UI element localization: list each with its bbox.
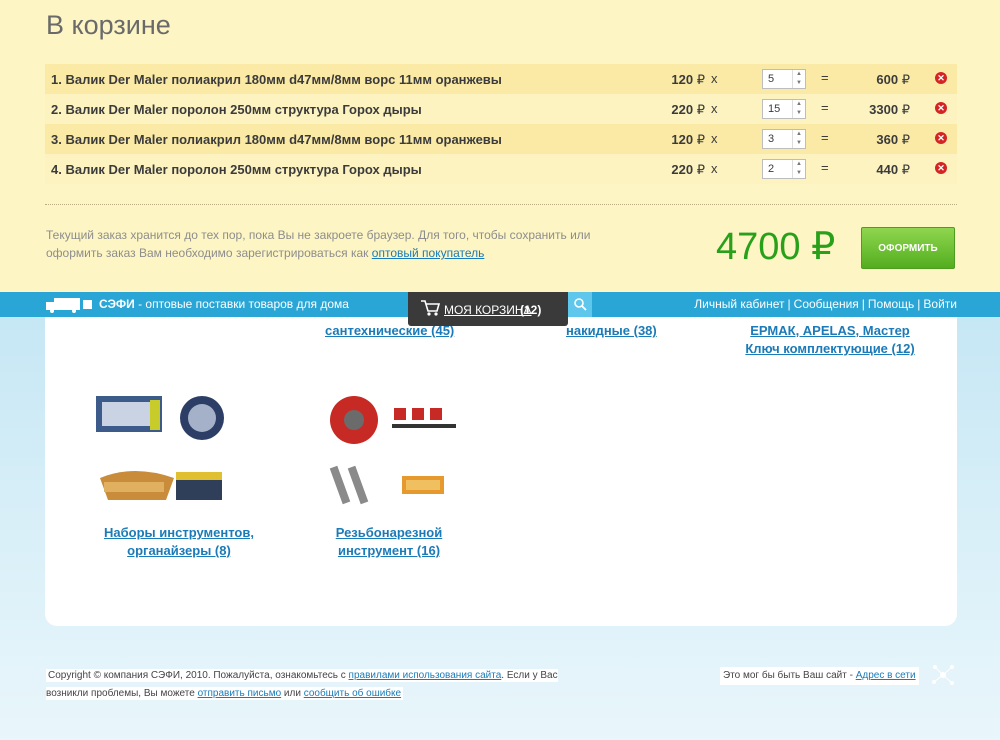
quantity-stepper[interactable]: 5 ▲ ▼ (762, 69, 806, 89)
search-icon (574, 298, 587, 311)
catalog-link-line: инструмент (16) (337, 543, 441, 558)
item-name: 2. Валик Der Maler поролон 250мм структу… (51, 102, 422, 117)
help-link[interactable]: Помощь (868, 297, 914, 311)
multiply-sign: x (711, 101, 718, 116)
multiply-sign: x (711, 131, 718, 146)
footer-copyright: Copyright © компания СЭФИ, 2010. Пожалуй… (46, 667, 576, 703)
cart-title: В корзине (46, 10, 171, 40)
cart-panel: В корзине 1. Валик Der Maler полиакрил 1… (0, 0, 1000, 292)
brand-name: СЭФИ (99, 297, 135, 311)
messages-link[interactable]: Сообщения (794, 297, 859, 311)
item-price: 120 ₽ (671, 72, 705, 87)
equals-sign: = (821, 130, 829, 145)
catalog-link-ermak[interactable]: ЕРМАК, APELAS, Мастер Ключ комплектующие… (730, 322, 930, 358)
stepper-arrows-icon[interactable]: ▲ ▼ (792, 160, 805, 178)
item-sum: 600 ₽ (876, 72, 910, 87)
top-bar: СЭФИ - оптовые поставки товаров для дома… (0, 292, 1000, 326)
login-link[interactable]: Войти (923, 297, 957, 311)
brand-tagline: - оптовые поставки товаров для дома (134, 297, 349, 311)
cart-item-row: 2. Валик Der Maler поролон 250мм структу… (45, 94, 957, 124)
catalog-link-line: Наборы инструментов, (104, 525, 254, 540)
order-total: 4700 ₽ (716, 226, 836, 268)
top-links: Личный кабинет | Сообщения | Помощь | Войти (694, 297, 957, 311)
quantity-stepper[interactable]: 15 ▲ ▼ (762, 99, 806, 119)
equals-sign: = (821, 160, 829, 175)
catalog-link-line: ЕРМАК, APELAS, Мастер (750, 323, 910, 338)
item-name: 3. Валик Der Maler полиакрил 180мм d47мм… (51, 132, 502, 147)
catalog-link-tool-sets[interactable]: Наборы инструментов, органайзеры (8) (84, 524, 274, 560)
item-price: 220 ₽ (671, 162, 705, 177)
delete-icon[interactable]: ✕ (935, 162, 947, 174)
shopping-cart-icon (421, 300, 440, 316)
threading-tools-image[interactable] (328, 390, 468, 510)
catalog-link-line: Ключ комплектующие (12) (745, 341, 915, 356)
cart-item-row: 4. Валик Der Maler поролон 250мм структу… (45, 154, 957, 184)
web-address-link[interactable]: Адрес в сети (856, 670, 916, 681)
personal-account-link[interactable]: Личный кабинет (694, 297, 784, 311)
footer-site-promo: Это мог бы быть Ваш сайт - Адрес в сети (720, 667, 919, 685)
wholesale-buyer-link[interactable]: оптовый покупатель (372, 246, 485, 260)
footer-text: Это мог бы быть Ваш сайт - (723, 670, 856, 681)
divider (45, 204, 957, 205)
cart-count: (12) (520, 303, 542, 317)
order-note: Текущий заказ хранится до тех пор, пока … (46, 226, 636, 262)
cart-item-row: 1. Валик Der Maler полиакрил 180мм d47мм… (45, 64, 957, 94)
cart-label: МОЯ КОРЗИНА (444, 303, 532, 317)
catalog-link-line: органайзеры (8) (127, 543, 231, 558)
report-error-link[interactable]: сообщить об ошибке (304, 688, 401, 699)
send-letter-link[interactable]: отправить письмо (198, 688, 282, 699)
footer-text: или (281, 688, 304, 699)
stepper-arrows-icon[interactable]: ▲ ▼ (792, 100, 805, 118)
footer-text: Copyright © компания СЭФИ, 2010. Пожалуй… (48, 670, 349, 681)
delete-icon[interactable]: ✕ (935, 102, 947, 114)
item-sum: 3300 ₽ (869, 102, 910, 117)
note-text: Текущий заказ хранится до тех пор, пока … (46, 228, 591, 260)
equals-sign: = (821, 100, 829, 115)
multiply-sign: x (711, 161, 718, 176)
item-name: 4. Валик Der Maler поролон 250мм структу… (51, 162, 422, 177)
item-name: 1. Валик Der Maler полиакрил 180мм d47мм… (51, 72, 502, 87)
equals-sign: = (821, 70, 829, 85)
delete-icon[interactable]: ✕ (935, 72, 947, 84)
rules-link[interactable]: правилами использования сайта (349, 670, 502, 681)
stepper-arrows-icon[interactable]: ▲ ▼ (792, 70, 805, 88)
catalog-link-wrenches[interactable]: накидные (38) (566, 322, 706, 340)
catalog-link-threading[interactable]: Резьбонарезной инструмент (16) (300, 524, 478, 560)
search-button[interactable] (568, 292, 592, 317)
cart-item-row: 3. Валик Der Maler полиакрил 180мм d47мм… (45, 124, 957, 154)
checkout-button[interactable]: ОФОРМИТЬ (861, 227, 955, 269)
item-price: 120 ₽ (671, 132, 705, 147)
network-logo-icon[interactable] (930, 662, 956, 688)
tool-sets-image[interactable] (94, 390, 234, 510)
quantity-stepper[interactable]: 2 ▲ ▼ (762, 159, 806, 179)
brand[interactable]: СЭФИ - оптовые поставки товаров для дома (99, 297, 349, 311)
delete-icon[interactable]: ✕ (935, 132, 947, 144)
item-price: 220 ₽ (671, 102, 705, 117)
item-sum: 360 ₽ (876, 132, 910, 147)
catalog-link-label: накидные (38) (566, 323, 657, 338)
catalog-link-line: Резьбонарезной (335, 525, 443, 540)
truck-icon (46, 298, 92, 313)
item-sum: 440 ₽ (876, 162, 910, 177)
stepper-arrows-icon[interactable]: ▲ ▼ (792, 130, 805, 148)
quantity-stepper[interactable]: 3 ▲ ▼ (762, 129, 806, 149)
my-cart-tab[interactable]: МОЯ КОРЗИНА (12) (408, 292, 568, 326)
multiply-sign: x (711, 71, 718, 86)
